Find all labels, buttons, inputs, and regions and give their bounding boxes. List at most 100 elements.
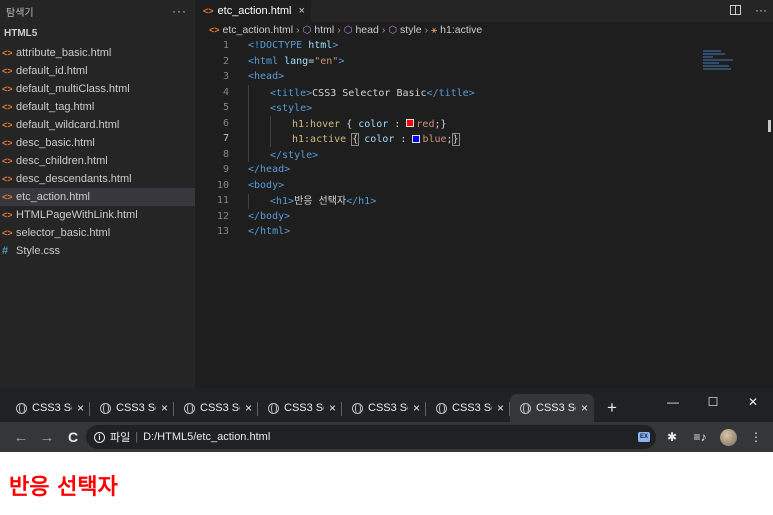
close-icon[interactable]: × — [329, 401, 336, 415]
info-icon[interactable]: i — [94, 431, 105, 443]
html-file-icon: <> — [203, 6, 214, 16]
close-icon[interactable]: × — [77, 401, 84, 415]
file-name: selector_basic.html — [16, 227, 111, 239]
url-text[interactable]: D:/HTML5/etc_action.html — [143, 431, 270, 443]
menu-icon[interactable]: ⋮ — [745, 426, 767, 448]
browser-tab-active[interactable]: CSS3 Se × — [510, 394, 594, 422]
file-name: desc_basic.html — [16, 137, 95, 149]
close-icon[interactable]: × — [245, 401, 252, 415]
code-line: 12 </body> — [195, 209, 773, 225]
browser-tab[interactable]: CSS3 Se × — [90, 394, 174, 422]
file-item[interactable]: # Style.css — [0, 242, 195, 260]
html-file-icon: <> — [2, 228, 13, 238]
file-item[interactable]: <> default_id.html — [0, 62, 195, 80]
line-number: 4 — [222, 86, 229, 98]
chevron-right-icon: › — [424, 24, 429, 36]
forward-button[interactable]: → — [34, 424, 60, 450]
html-file-icon: <> — [2, 174, 13, 184]
code-editor[interactable]: 1 <!DOCTYPE html> 2 <html lang="en"> 3 <hea… — [195, 38, 773, 240]
globe-icon — [352, 402, 363, 414]
html-file-icon: <> — [2, 102, 13, 112]
puzzle-icon[interactable]: ✱ — [661, 426, 683, 448]
file-item[interactable]: <> default_wildcard.html — [0, 116, 195, 134]
code-line: 1 <!DOCTYPE html> — [195, 38, 773, 54]
breadcrumb-item[interactable]: head — [355, 24, 378, 36]
browser-tab[interactable]: CSS3 Se × — [426, 394, 510, 422]
browser-tab-title: CSS3 Se — [32, 402, 72, 414]
html-file-icon: <> — [209, 25, 220, 35]
explorer-more-icon[interactable]: ··· — [172, 4, 187, 18]
close-icon[interactable]: × — [161, 401, 168, 415]
code-token: <!DOCTYPE — [248, 40, 309, 52]
globe-icon — [16, 402, 27, 414]
more-actions-icon[interactable]: ··· — [755, 3, 767, 17]
color-swatch-blue[interactable] — [412, 134, 421, 143]
file-item[interactable]: <> desc_children.html — [0, 152, 195, 170]
omnibox-separator: | — [135, 431, 139, 443]
code-token: </h1> — [346, 196, 377, 208]
minimap[interactable] — [703, 50, 743, 90]
browser-tab[interactable]: CSS3 Se × — [258, 394, 342, 422]
editor-tab-etc-action[interactable]: <> etc_action.html × — [195, 0, 311, 22]
close-icon[interactable]: × — [581, 401, 588, 415]
file-name: default_tag.html — [16, 101, 95, 113]
file-item[interactable]: <> default_multiClass.html — [0, 80, 195, 98]
chevron-right-icon: › — [337, 24, 341, 36]
code-token: h1:hover — [292, 118, 341, 130]
file-name: default_wildcard.html — [16, 119, 120, 131]
close-icon[interactable]: × — [497, 401, 504, 415]
split-editor-icon[interactable] — [730, 5, 741, 15]
explorer-title: 탐색기 — [6, 7, 34, 19]
file-item[interactable]: <> desc_basic.html — [0, 134, 195, 152]
close-icon[interactable]: × — [413, 401, 420, 415]
maximize-button[interactable]: ☐ — [693, 388, 733, 416]
code-token: <title> — [270, 87, 313, 99]
scheme-label: 파일 — [110, 432, 131, 444]
file-name: etc_action.html — [16, 191, 90, 203]
line-number: 9 — [222, 164, 229, 176]
file-item[interactable]: <> selector_basic.html — [0, 224, 195, 242]
profile-avatar[interactable] — [717, 426, 739, 448]
close-icon[interactable]: × — [299, 5, 305, 17]
browser-tab[interactable]: CSS3 Se × — [6, 394, 90, 422]
breadcrumb: <> etc_action.html › ⬡ html › ⬡ head › ⬡… — [195, 22, 773, 38]
folder-html5[interactable]: HTML5 — [0, 22, 195, 44]
explorer-header: 탐색기 ··· — [0, 0, 195, 22]
scrollbar-thumb[interactable] — [768, 120, 771, 132]
line-number: 13 — [216, 226, 229, 238]
chevron-right-icon: › — [296, 24, 300, 36]
address-bar[interactable]: i 파일 | D:/HTML5/etc_action.html ☆ — [86, 425, 656, 449]
extension-icon[interactable]: EX — [633, 426, 655, 448]
breadcrumb-item[interactable]: html — [314, 24, 334, 36]
browser-tab-title: CSS3 Se — [536, 402, 576, 414]
html-file-icon: <> — [2, 120, 13, 130]
code-token: </head> — [248, 164, 291, 176]
media-control-icon[interactable]: ≡♪ — [689, 426, 711, 448]
breadcrumb-file[interactable]: etc_action.html — [223, 24, 294, 36]
close-window-button[interactable]: ✕ — [733, 388, 773, 416]
file-name: HTMLPageWithLink.html — [16, 209, 138, 221]
new-tab-button[interactable]: + — [598, 394, 626, 422]
browser-tab[interactable]: CSS3 Se × — [174, 394, 258, 422]
code-token: color — [364, 133, 395, 145]
reload-button[interactable]: C — [60, 424, 86, 450]
code-token: </style> — [270, 149, 319, 161]
selector-icon: ⚹ — [431, 24, 438, 36]
file-item[interactable]: <> attribute_basic.html — [0, 44, 195, 62]
browser-tab-title: CSS3 Se — [452, 402, 492, 414]
code-token: <body> — [248, 179, 285, 191]
code-line: 9 </head> — [195, 162, 773, 178]
breadcrumb-item[interactable]: h1:active — [440, 24, 482, 36]
file-item[interactable]: <> desc_descendants.html — [0, 170, 195, 188]
file-item[interactable]: <> default_tag.html — [0, 98, 195, 116]
file-item-active[interactable]: <> etc_action.html — [0, 188, 195, 206]
breadcrumb-item[interactable]: style — [400, 24, 422, 36]
color-swatch-red[interactable] — [406, 119, 415, 128]
browser-tab-title: CSS3 Se — [200, 402, 240, 414]
file-name: Style.css — [16, 245, 61, 257]
browser-tab[interactable]: CSS3 Se × — [342, 394, 426, 422]
minimize-button[interactable]: — — [653, 388, 693, 416]
back-button[interactable]: ← — [8, 424, 34, 450]
file-item[interactable]: <> HTMLPageWithLink.html — [0, 206, 195, 224]
page-heading[interactable]: 반응 선택자 — [9, 469, 773, 501]
